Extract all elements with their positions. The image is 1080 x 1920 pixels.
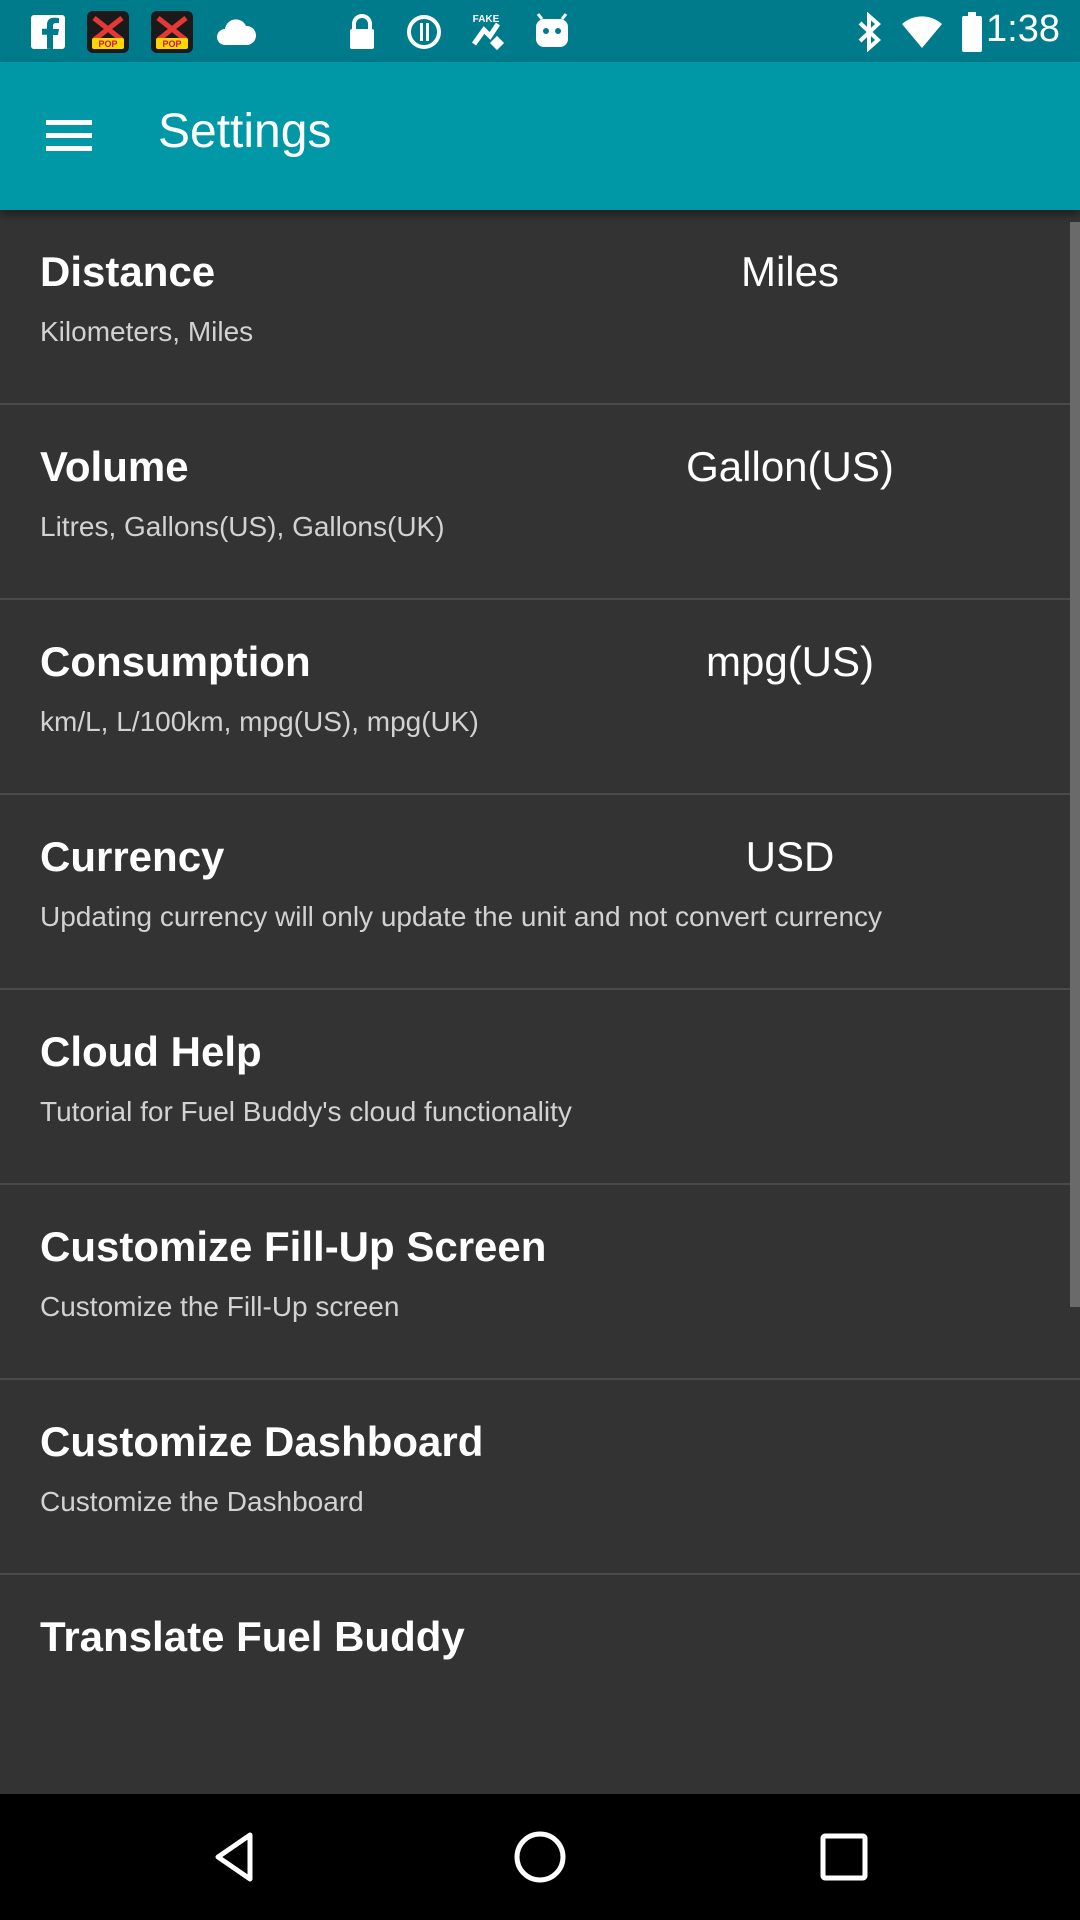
setting-subtitle: Customize the Dashboard: [40, 1486, 364, 1517]
setting-consumption[interactable]: Consumption km/L, L/100km, mpg(US), mpg(…: [0, 600, 1080, 795]
fake-gps-icon: FAKE: [464, 10, 508, 54]
setting-subtitle: Kilometers, Miles: [40, 316, 254, 347]
setting-title: Cloud Help: [40, 1028, 262, 1075]
setting-title: Translate Fuel Buddy: [40, 1613, 465, 1660]
setting-value: mpg(US): [705, 638, 875, 685]
setting-title: Volume: [40, 443, 189, 490]
setting-subtitle: Litres, Gallons(US), Gallons(UK): [40, 511, 445, 542]
setting-title: Distance: [40, 248, 216, 295]
setting-customize-dashboard[interactable]: Customize Dashboard Customize the Dashbo…: [0, 1380, 1080, 1575]
status-bar: POP POP FAKE 1:38: [0, 0, 1080, 62]
home-icon[interactable]: [510, 1827, 570, 1887]
svg-text:POP: POP: [98, 39, 117, 49]
navigation-bar: [0, 1794, 1080, 1920]
setting-volume[interactable]: Volume Litres, Gallons(US), Gallons(UK) …: [0, 405, 1080, 600]
setting-subtitle: Tutorial for Fuel Buddy's cloud function…: [40, 1096, 572, 1127]
kpop-app-icon: POP: [150, 10, 194, 54]
android-icon: [530, 10, 574, 54]
wifi-icon: [900, 10, 944, 54]
setting-customize-fill-up[interactable]: Customize Fill-Up Screen Customize the F…: [0, 1185, 1080, 1380]
setting-cloud-help[interactable]: Cloud Help Tutorial for Fuel Buddy's clo…: [0, 990, 1080, 1185]
recents-icon[interactable]: [814, 1827, 874, 1887]
settings-list[interactable]: Distance Kilometers, Miles Miles Volume …: [0, 210, 1080, 1794]
scrollbar[interactable]: [1070, 222, 1080, 1307]
bluetooth-icon: [840, 10, 900, 54]
hamburger-menu-icon[interactable]: [40, 108, 96, 164]
sync-icon: [402, 10, 446, 54]
setting-title: Customize Fill-Up Screen: [40, 1223, 547, 1270]
page-title: Settings: [158, 105, 332, 158]
setting-subtitle: Updating currency will only update the u…: [40, 901, 883, 932]
cloud-icon: [214, 10, 258, 54]
status-time: 1:38: [986, 8, 1060, 50]
svg-text:POP: POP: [162, 39, 181, 49]
setting-value: USD: [745, 833, 835, 880]
setting-distance[interactable]: Distance Kilometers, Miles Miles: [0, 210, 1080, 405]
app-bar: Settings: [0, 62, 1080, 210]
setting-translate[interactable]: Translate Fuel Buddy: [0, 1575, 1080, 1770]
setting-currency[interactable]: Currency Updating currency will only upd…: [0, 795, 1080, 990]
back-icon[interactable]: [206, 1827, 266, 1887]
setting-title: Customize Dashboard: [40, 1418, 484, 1465]
lock-icon: [340, 10, 384, 54]
kpop-app-icon: POP: [86, 10, 130, 54]
setting-subtitle: Customize the Fill-Up screen: [40, 1291, 400, 1322]
setting-title: Consumption: [40, 638, 311, 685]
setting-value: Miles: [740, 248, 839, 295]
setting-title: Currency: [40, 833, 225, 880]
facebook-icon: [26, 10, 70, 54]
setting-value: Gallon(US): [686, 443, 894, 490]
setting-subtitle: km/L, L/100km, mpg(US), mpg(UK): [40, 706, 479, 737]
